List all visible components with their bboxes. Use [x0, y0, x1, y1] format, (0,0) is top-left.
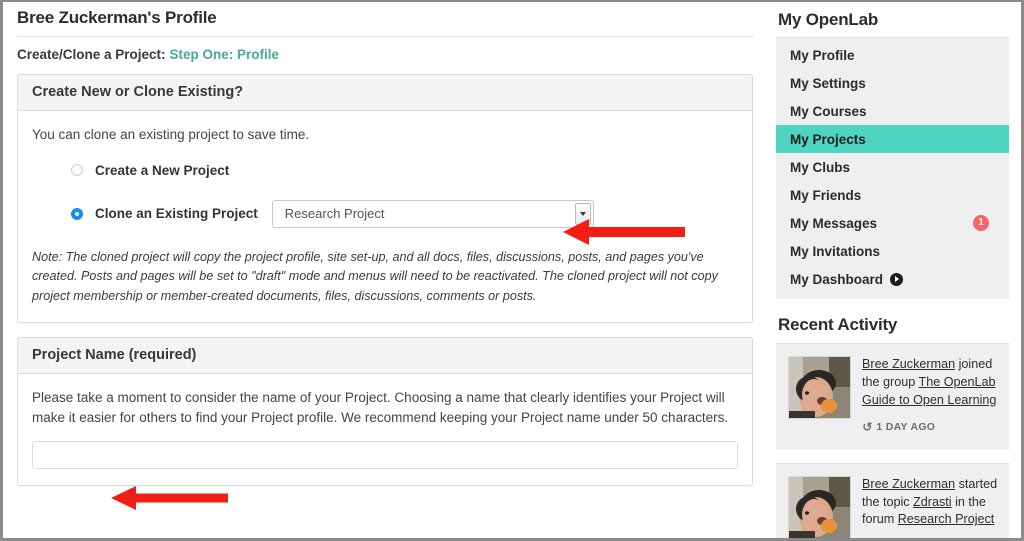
- main-content: Bree Zuckerman's Profile Create/Clone a …: [3, 2, 768, 538]
- chevron-down-icon[interactable]: [574, 202, 591, 225]
- sidebar-item-label: My Invitations: [790, 243, 881, 259]
- activity-text: Bree Zuckerman started the topic Zdrasti…: [862, 476, 999, 538]
- sidebar: My OpenLab My Profile My Settings My Cou…: [768, 2, 1021, 538]
- browser-viewport: Bree Zuckerman's Profile Create/Clone a …: [0, 0, 1024, 541]
- activity-topic-link[interactable]: Zdrasti: [913, 495, 952, 509]
- sidebar-item-my-invitations[interactable]: My Invitations: [776, 237, 1009, 265]
- sidebar-item-label: My Profile: [790, 47, 855, 63]
- activity-user-link[interactable]: Bree Zuckerman: [862, 357, 955, 371]
- messages-badge: 1: [973, 215, 989, 231]
- radio-clone-existing-label: Clone an Existing Project: [95, 206, 258, 222]
- radio-create-new-project[interactable]: [71, 164, 83, 177]
- sidebar-item-label: My Dashboard: [790, 271, 884, 287]
- sidebar-item-my-friends[interactable]: My Friends: [776, 181, 1009, 209]
- activity-item[interactable]: Bree Zuckerman joined the group The Open…: [776, 343, 1009, 450]
- play-circle-icon: [890, 272, 904, 286]
- radio-clone-existing-project[interactable]: [71, 207, 83, 220]
- activity-text: Bree Zuckerman joined the group The Open…: [862, 356, 999, 436]
- sidebar-item-my-projects[interactable]: My Projects: [776, 125, 1009, 153]
- radio-option-clone-existing[interactable]: Clone an Existing Project Research Proje…: [32, 199, 738, 228]
- project-name-panel: Project Name (required) Please take a mo…: [17, 337, 753, 487]
- breadcrumb-label: Create/Clone a Project:: [17, 47, 166, 62]
- sidebar-item-label: My Friends: [790, 187, 862, 203]
- page-title: Bree Zuckerman's Profile: [17, 8, 217, 27]
- clone-project-select[interactable]: Research Project: [271, 199, 594, 228]
- activity-time-text: 1 DAY AGO: [876, 420, 936, 433]
- sidebar-title: My OpenLab: [778, 10, 879, 29]
- sidebar-item-my-messages[interactable]: My Messages 1: [776, 209, 1009, 237]
- history-icon: ↻: [862, 419, 873, 434]
- user-avatar: [788, 356, 851, 419]
- activity-item[interactable]: Bree Zuckerman started the topic Zdrasti…: [776, 462, 1009, 538]
- sidebar-item-my-profile[interactable]: My Profile: [776, 41, 1009, 69]
- project-name-description: Please take a moment to consider the nam…: [32, 390, 729, 425]
- project-name-input[interactable]: [32, 441, 738, 470]
- project-name-body: Please take a moment to consider the nam…: [18, 374, 752, 485]
- clone-panel: Create New or Clone Existing? You can cl…: [17, 74, 753, 324]
- activity-forum-link[interactable]: Research Project: [898, 512, 995, 526]
- sidebar-item-label: My Courses: [790, 103, 867, 119]
- clone-panel-body: You can clone an existing project to sav…: [18, 111, 752, 322]
- recent-activity-title: Recent Activity: [778, 315, 898, 334]
- sidebar-item-label: My Messages: [790, 215, 878, 231]
- sidebar-item-label: My Projects: [790, 131, 866, 147]
- project-name-heading: Project Name (required): [18, 338, 752, 375]
- sidebar-item-my-courses[interactable]: My Courses: [776, 97, 1009, 125]
- sidebar-item-label: My Settings: [790, 75, 866, 91]
- clone-project-select-value: Research Project: [284, 206, 385, 222]
- radio-create-new-label: Create a New Project: [95, 162, 230, 178]
- activity-timestamp: ↻ 1 DAY AGO: [862, 419, 999, 436]
- clone-panel-heading: Create New or Clone Existing?: [18, 75, 752, 111]
- activity-user-link[interactable]: Bree Zuckerman: [862, 477, 955, 491]
- sidebar-item-my-clubs[interactable]: My Clubs: [776, 153, 1009, 181]
- sidebar-item-label: My Clubs: [790, 159, 851, 175]
- sidebar-menu: My Profile My Settings My Courses My Pro…: [776, 37, 1009, 299]
- radio-option-create-new[interactable]: Create a New Project: [32, 163, 738, 178]
- clone-panel-note: Note: The cloned project will copy the p…: [32, 249, 718, 303]
- clone-panel-intro: You can clone an existing project to sav…: [32, 127, 310, 142]
- breadcrumb: Create/Clone a Project: Step One: Profile: [11, 37, 758, 74]
- sidebar-item-my-dashboard[interactable]: My Dashboard: [776, 265, 1009, 293]
- breadcrumb-step: Step One: Profile: [169, 47, 280, 62]
- sidebar-item-my-settings[interactable]: My Settings: [776, 69, 1009, 97]
- user-avatar: [788, 475, 851, 538]
